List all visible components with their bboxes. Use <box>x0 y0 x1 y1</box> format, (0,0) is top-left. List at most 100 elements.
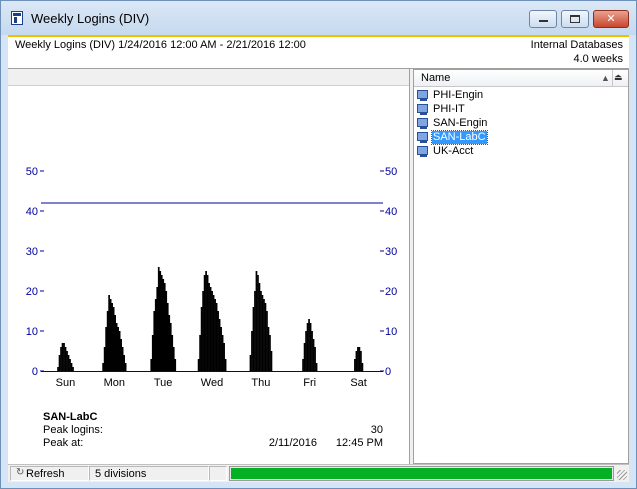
list-item-label: SAN-Engin <box>433 117 488 129</box>
peak-logins-label: Peak logins: <box>43 424 103 436</box>
computer-icon <box>417 132 428 143</box>
chart-bar <box>361 363 364 371</box>
chart-bar <box>311 331 313 371</box>
chart-bar <box>172 347 175 371</box>
refresh-label: Refresh <box>26 468 65 480</box>
chart-bar <box>211 291 213 371</box>
minimize-button[interactable] <box>529 10 557 28</box>
chart-bar <box>257 275 259 371</box>
chart-bar <box>120 339 122 371</box>
status-empty-cell <box>209 466 227 481</box>
chart-bar <box>109 299 112 371</box>
chart-bar <box>64 347 67 371</box>
chart-bar <box>249 355 252 371</box>
chart-bar <box>312 339 315 371</box>
chart-bar <box>303 343 306 371</box>
chart-bar <box>151 335 154 371</box>
chart-bar <box>206 275 209 371</box>
list-item-label: UK-Acct <box>433 145 474 157</box>
computer-icon <box>417 118 428 129</box>
chart-bar <box>60 347 62 371</box>
app-icon <box>11 11 23 25</box>
chart-bar <box>103 347 106 371</box>
chart-bar <box>214 299 216 371</box>
chart-bar <box>114 315 116 371</box>
chart-bar <box>203 275 206 371</box>
chart-pane: 0 0 10 10 20 20 30 30 40 40 50 50 Sun Mon Tue Wed Thu Fri… <box>8 69 410 464</box>
chart-bar <box>197 359 200 371</box>
chart-bar <box>199 335 201 371</box>
chart-bar <box>67 355 70 371</box>
close-button[interactable]: ✕ <box>593 10 629 28</box>
chart-bar <box>108 295 110 371</box>
peak-time: 12:45 PM <box>335 437 383 449</box>
chart-bar <box>123 355 125 371</box>
chart-bar <box>314 347 316 371</box>
chart-bar <box>153 311 156 371</box>
list-item-label: PHI-Engin <box>433 89 484 101</box>
y-tick-label-left: 0 <box>32 366 38 378</box>
chart-bar <box>302 359 304 371</box>
y-tick-label-left: 50 <box>26 166 38 178</box>
maximize-button[interactable] <box>561 10 589 28</box>
x-tick-label: Mon <box>104 377 125 389</box>
chart-bar <box>118 331 121 371</box>
minimize-icon <box>539 20 548 22</box>
chart-bar <box>168 315 171 371</box>
chart-bar <box>112 307 115 371</box>
chart-bar <box>154 299 157 371</box>
chart-bar <box>150 359 153 371</box>
peak-date: 2/11/2016 <box>268 437 317 449</box>
chart-bar <box>208 283 210 371</box>
computer-icon <box>417 146 428 157</box>
chart-bar <box>124 363 127 371</box>
close-icon: ✕ <box>606 12 616 25</box>
chart-bar <box>61 343 64 371</box>
chart-bar <box>354 359 356 371</box>
chart-bar <box>156 287 159 371</box>
computer-icon <box>417 104 428 115</box>
chart-bar <box>217 311 219 371</box>
chart-bar <box>171 335 174 371</box>
chart-bar <box>220 327 222 371</box>
column-separator <box>612 70 613 87</box>
chart-bar <box>58 355 61 371</box>
chart-bar <box>69 359 71 371</box>
column-chooser-icon[interactable]: ⏏ <box>614 72 623 83</box>
title-bar[interactable]: Weekly Logins (DIV) ✕ <box>1 1 636 35</box>
chart-bar <box>358 347 361 371</box>
y-tick-label-right: 40 <box>385 206 397 218</box>
maximize-icon <box>570 15 580 23</box>
details-name: SAN-LabC <box>43 411 98 423</box>
chart-bar <box>117 327 119 371</box>
refresh-button[interactable]: ↻ Refresh <box>10 466 89 481</box>
chart-bar <box>266 311 268 371</box>
y-tick-label-right: 0 <box>385 366 391 378</box>
resize-grip-icon[interactable] <box>617 470 627 480</box>
chart-bar <box>309 323 312 371</box>
chart-bar <box>160 275 163 371</box>
name-column-header[interactable]: Name ▲ ⏏ <box>414 70 628 87</box>
chart-bar <box>305 331 307 371</box>
chart-bar <box>212 295 215 371</box>
x-tick-label: Sun <box>56 377 76 389</box>
chart-bar <box>166 303 169 371</box>
chart-bar <box>102 363 104 371</box>
chart-bar <box>261 295 264 371</box>
duration-text: 4.0 weeks <box>573 53 623 65</box>
chart-bar <box>157 267 160 371</box>
y-tick-label-left: 10 <box>26 326 38 338</box>
name-column-label: Name <box>421 72 451 84</box>
chart-bar <box>263 299 265 371</box>
chart-bar <box>174 359 177 371</box>
source-text: Internal Databases <box>530 39 623 51</box>
chart-bar <box>223 343 225 371</box>
chart-bar <box>270 351 273 371</box>
divisions-text: 5 divisions <box>95 468 147 480</box>
chart-bar <box>163 283 166 371</box>
computer-icon <box>417 90 428 101</box>
x-tick-label: Wed <box>201 377 223 389</box>
peak-logins-value: 30 <box>370 424 383 436</box>
list-item-label: PHI-IT <box>433 103 465 115</box>
chart-bar <box>169 323 172 371</box>
